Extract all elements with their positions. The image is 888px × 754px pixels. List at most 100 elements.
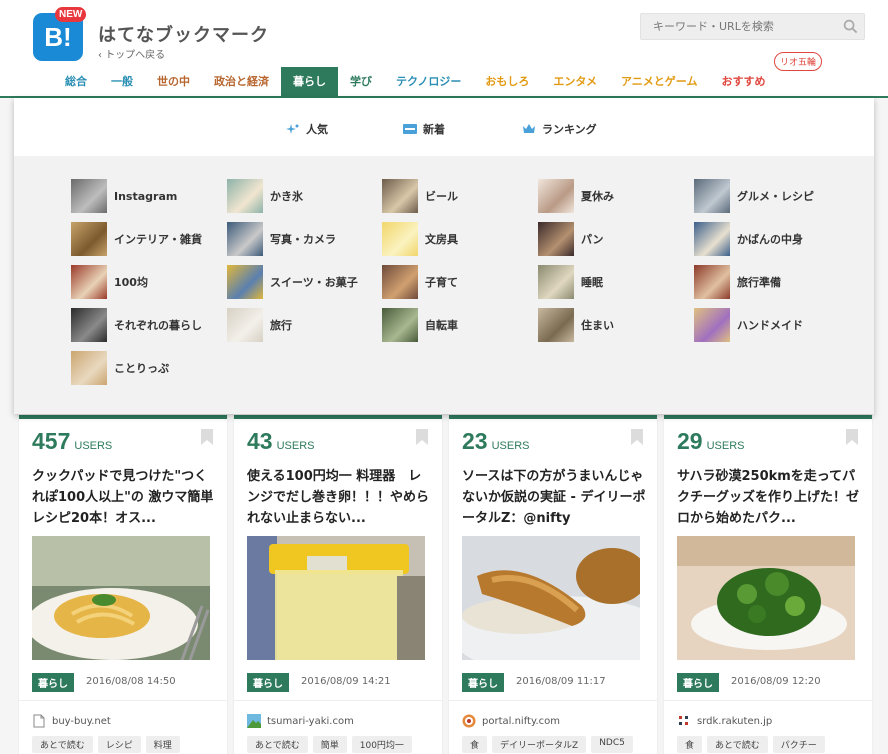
tag-chip[interactable]: あとで読む xyxy=(32,736,93,753)
entry-thumbnail[interactable] xyxy=(677,536,855,660)
tag-chip[interactable]: 食 xyxy=(677,736,703,753)
category-dropdown: 人気 新着 ランキング Instagram インテリア・雑貨 100均それぞれの暮ら… xyxy=(14,98,874,414)
new-badge: NEW xyxy=(55,7,87,22)
popular-link[interactable]: 人気 xyxy=(286,121,328,137)
category-link[interactable]: それぞれの暮らし xyxy=(71,308,202,342)
category-link[interactable]: 睡眠 xyxy=(538,265,603,299)
category-tag[interactable]: 暮らし xyxy=(247,673,289,692)
bookmark-icon[interactable] xyxy=(846,429,858,445)
category-link[interactable]: 夏休み xyxy=(538,179,614,213)
category-link[interactable]: グルメ・レシピ xyxy=(694,179,814,213)
nav-tab-9[interactable]: アニメとゲーム xyxy=(609,67,709,98)
category-link[interactable]: 子育て xyxy=(382,265,458,299)
tag-chip[interactable]: 簡単 xyxy=(312,736,347,753)
bookmark-icon[interactable] xyxy=(201,429,213,445)
nav-tab-5[interactable]: 学び xyxy=(338,67,384,98)
nav-tab-3[interactable]: 政治と経済 xyxy=(202,67,281,98)
site-title[interactable]: はてなブックマーク xyxy=(98,21,269,47)
entry-title[interactable]: サハラ砂漠250kmを走ってパクチーグッズを作り上げた！ゼロから始めたパク... xyxy=(677,466,862,529)
search-box xyxy=(640,13,865,40)
card-divider xyxy=(19,700,227,701)
tag-chip[interactable]: デイリーポータルZ xyxy=(492,736,587,753)
category-thumbnail xyxy=(382,308,418,342)
bookmark-count[interactable]: 457 USERS xyxy=(32,428,112,455)
entry-title[interactable]: ソースは下の方がうまいんじゃないか仮説の実証 - デイリーポータルZ：@nift… xyxy=(462,466,647,529)
tag-chip[interactable]: パクチー xyxy=(772,736,825,753)
entry-thumbnail[interactable] xyxy=(462,536,640,660)
users-count: 23 xyxy=(462,428,488,454)
category-link[interactable]: 自転車 xyxy=(382,308,458,342)
bookmark-count[interactable]: 23 USERS xyxy=(462,428,530,455)
entry-card[interactable]: 457 USERS クックパッドで見つけた"つくれぽ100人以上"の 激ウマ簡単レシ… xyxy=(19,415,227,754)
category-tag[interactable]: 暮らし xyxy=(677,673,719,692)
entry-date: 2016/08/09 12:20 xyxy=(731,676,821,687)
entry-domain[interactable]: tsumari-yaki.com xyxy=(247,714,354,728)
entry-domain[interactable]: buy-buy.net xyxy=(32,714,111,728)
category-tag[interactable]: 暮らし xyxy=(462,673,504,692)
users-count: 457 xyxy=(32,428,71,454)
tag-chip[interactable]: あとで読む xyxy=(707,736,768,753)
category-link[interactable]: 住まい xyxy=(538,308,614,342)
category-link[interactable]: ビール xyxy=(382,179,458,213)
tag-chip[interactable]: 100円均一 xyxy=(351,736,412,753)
tag-chip[interactable]: あとで読む xyxy=(247,736,308,753)
nav-tab-7[interactable]: おもしろ xyxy=(473,67,541,98)
category-label: 旅行 xyxy=(270,319,292,332)
nav-tab-10[interactable]: おすすめ xyxy=(709,67,777,98)
olympic-badge[interactable]: リオ五輪 xyxy=(774,52,823,71)
category-link[interactable]: 旅行準備 xyxy=(694,265,781,299)
tag-chip[interactable]: 食 xyxy=(462,736,488,753)
category-label: それぞれの暮らし xyxy=(114,319,202,332)
entry-title[interactable]: クックパッドで見つけた"つくれぽ100人以上"の 激ウマ簡単レシピ20本！オス.… xyxy=(32,466,217,529)
nav-tab-2[interactable]: 世の中 xyxy=(145,67,202,98)
entry-thumbnail[interactable] xyxy=(32,536,210,660)
bookmark-count[interactable]: 43 USERS xyxy=(247,428,315,455)
search-input[interactable] xyxy=(641,14,841,39)
entry-domain[interactable]: srdk.rakuten.jp xyxy=(677,714,772,728)
entry-title[interactable]: 使える100円均一 料理器 レンジでだし巻き卵！！！やめられない止まらない... xyxy=(247,466,432,529)
category-link[interactable]: インテリア・雑貨 xyxy=(71,222,202,256)
crown-icon xyxy=(523,124,535,133)
nav-tab-0[interactable]: 総合 xyxy=(53,67,99,98)
category-link[interactable]: 旅行 xyxy=(227,308,292,342)
category-link[interactable]: かき氷 xyxy=(227,179,303,213)
bookmark-icon[interactable] xyxy=(416,429,428,445)
ranking-link[interactable]: ランキング xyxy=(522,121,597,137)
category-link[interactable]: かばんの中身 xyxy=(694,222,803,256)
nav-tab-6[interactable]: テクノロジー xyxy=(384,67,473,98)
entry-domain[interactable]: portal.nifty.com xyxy=(462,714,560,728)
tag-chip[interactable]: レシピ xyxy=(97,736,141,753)
back-to-top-link[interactable]: ‹ トップへ戻る xyxy=(98,46,165,61)
category-link[interactable]: パン xyxy=(538,222,604,256)
category-link[interactable]: Instagram xyxy=(71,179,177,213)
search-icon[interactable] xyxy=(843,19,858,34)
entry-card[interactable]: 43 USERS 使える100円均一 料理器 レンジでだし巻き卵！！！やめられない止… xyxy=(234,415,442,754)
tag-chip[interactable]: 料理 xyxy=(145,736,180,753)
nav-tab-4[interactable]: 暮らし xyxy=(281,67,338,98)
entry-thumbnail[interactable] xyxy=(247,536,425,660)
users-count: 43 xyxy=(247,428,273,454)
category-link[interactable]: ことりっぷ xyxy=(71,351,169,385)
entry-card[interactable]: 29 USERS サハラ砂漠250kmを走ってパクチーグッズを作り上げた！ゼロから始… xyxy=(664,415,872,754)
category-label: 文房具 xyxy=(425,233,458,246)
category-link[interactable]: 文房具 xyxy=(382,222,458,256)
category-link[interactable]: 100均 xyxy=(71,265,148,299)
category-link[interactable]: スイーツ・お菓子 xyxy=(227,265,358,299)
tag-chip[interactable]: NDC5 xyxy=(591,736,633,753)
entry-card[interactable]: 23 USERS ソースは下の方がうまいんじゃないか仮説の実証 - デイリーポータル… xyxy=(449,415,657,754)
site-header: B! NEW はてなブックマーク ‹ トップへ戻る リオ五輪 総合一般世の中政治… xyxy=(0,0,888,98)
bookmark-count[interactable]: 29 USERS xyxy=(677,428,745,455)
domain-text: portal.nifty.com xyxy=(482,715,560,727)
category-link[interactable]: ハンドメイド xyxy=(694,308,803,342)
category-label: 住まい xyxy=(581,319,614,332)
category-link[interactable]: 写真・カメラ xyxy=(227,222,336,256)
card-divider xyxy=(664,700,872,701)
category-label: グルメ・レシピ xyxy=(737,190,814,203)
category-thumbnail xyxy=(694,179,730,213)
nav-tab-1[interactable]: 一般 xyxy=(99,67,145,98)
category-tag[interactable]: 暮らし xyxy=(32,673,74,692)
bookmark-icon[interactable] xyxy=(631,429,643,445)
category-label: 自転車 xyxy=(425,319,458,332)
new-entries-link[interactable]: 新着 xyxy=(403,121,445,137)
nav-tab-8[interactable]: エンタメ xyxy=(541,67,609,98)
